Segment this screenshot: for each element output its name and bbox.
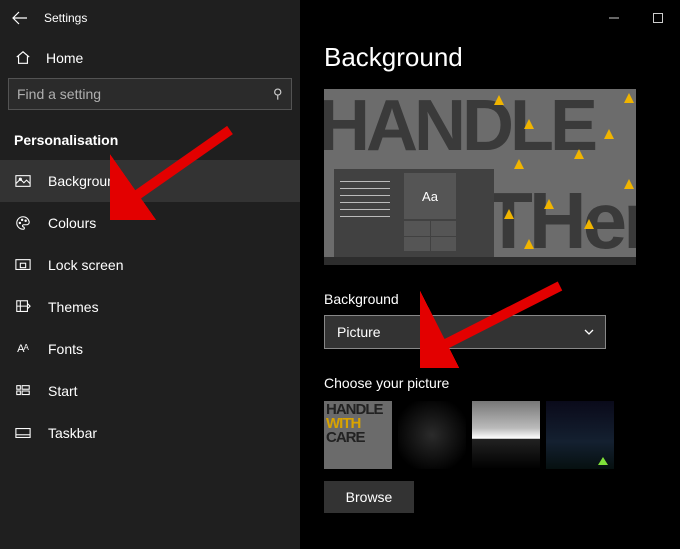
picture-icon <box>14 173 32 189</box>
sidebar-nav: Background Colours Lock screen Themes AA… <box>0 160 300 454</box>
home-icon <box>14 50 32 66</box>
themes-icon <box>14 299 32 315</box>
window-controls <box>592 6 680 30</box>
picture-thumb-4[interactable] <box>546 401 614 469</box>
window-title: Settings <box>44 11 87 25</box>
background-select-label: Background <box>324 291 658 307</box>
back-button[interactable] <box>12 10 30 26</box>
picture-thumbnails: HANDLEWITHCARE <box>324 401 658 469</box>
nav-label: Lock screen <box>48 257 123 273</box>
maximize-button[interactable] <box>636 6 680 30</box>
nav-label: Background <box>48 173 123 189</box>
titlebar: Settings <box>0 6 300 40</box>
preview-bg-text-bottom: THere <box>484 175 636 265</box>
desktop-preview: HANDLE THere Aa <box>324 89 636 265</box>
choose-picture-label: Choose your picture <box>324 375 658 391</box>
search-icon: ⚲ <box>273 86 283 102</box>
content-pane: Background HANDLE THere Aa Background Pi… <box>300 0 680 549</box>
picture-thumb-3[interactable] <box>472 401 540 469</box>
search-box[interactable]: ⚲ <box>8 78 292 110</box>
nav-label: Fonts <box>48 341 83 357</box>
fonts-icon: AA <box>14 343 32 355</box>
palette-icon <box>14 215 32 231</box>
taskbar-icon <box>14 425 32 441</box>
preview-taskbar <box>324 257 636 265</box>
browse-button[interactable]: Browse <box>324 481 414 513</box>
home-nav[interactable]: Home <box>0 40 300 78</box>
nav-label: Themes <box>48 299 99 315</box>
background-dropdown[interactable]: Picture <box>324 315 606 349</box>
nav-label: Colours <box>48 215 96 231</box>
home-label: Home <box>46 50 83 66</box>
sidebar-item-colours[interactable]: Colours <box>0 202 300 244</box>
sidebar-item-fonts[interactable]: AA Fonts <box>0 328 300 370</box>
dropdown-value: Picture <box>337 324 381 340</box>
picture-thumb-1[interactable]: HANDLEWITHCARE <box>324 401 392 469</box>
thumb-text: HANDLEWITHCARE <box>326 403 383 445</box>
page-heading: Background <box>324 42 658 73</box>
settings-sidebar: Settings Home ⚲ Personalisation Backgrou… <box>0 0 300 549</box>
minimize-button[interactable] <box>592 6 636 30</box>
lockscreen-icon <box>14 257 32 273</box>
preview-sample-tile: Aa <box>404 173 456 219</box>
browse-label: Browse <box>346 489 393 505</box>
start-icon <box>14 383 32 399</box>
nav-label: Start <box>48 383 78 399</box>
search-input[interactable] <box>17 86 273 102</box>
sidebar-item-themes[interactable]: Themes <box>0 286 300 328</box>
section-header: Personalisation <box>0 110 300 156</box>
sidebar-item-taskbar[interactable]: Taskbar <box>0 412 300 454</box>
sidebar-item-background[interactable]: Background <box>0 160 300 202</box>
sidebar-item-lockscreen[interactable]: Lock screen <box>0 244 300 286</box>
preview-start-overlay: Aa <box>334 169 494 257</box>
picture-thumb-2[interactable] <box>398 401 466 469</box>
nav-label: Taskbar <box>48 425 97 441</box>
preview-bg-text-top: HANDLE <box>324 89 594 167</box>
chevron-down-icon <box>583 326 595 338</box>
sidebar-item-start[interactable]: Start <box>0 370 300 412</box>
